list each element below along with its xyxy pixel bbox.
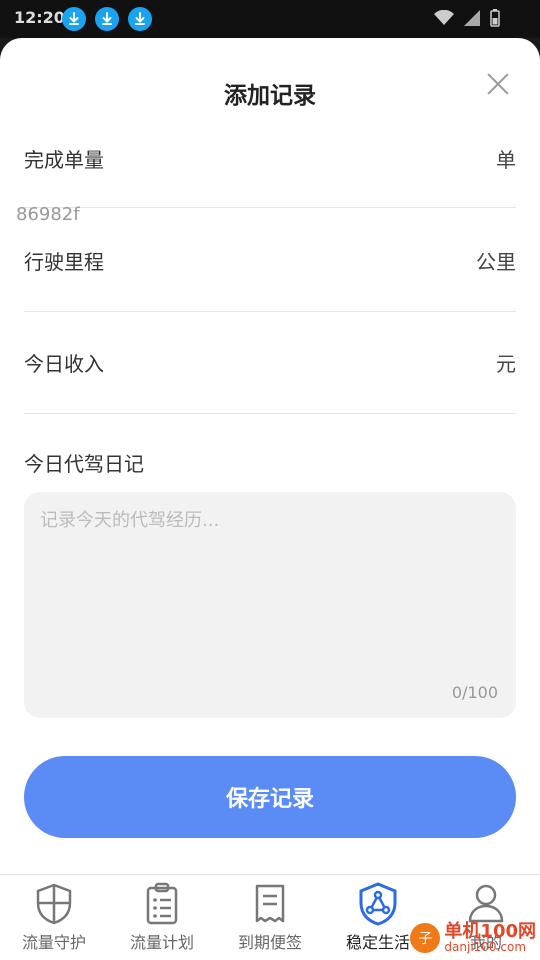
battery-icon [490,9,500,27]
download-icon [62,7,86,31]
shield-network-icon [359,882,397,926]
diary-textarea[interactable] [40,506,500,666]
diary-char-counter: 0/100 [451,683,498,702]
download-icon [128,7,152,31]
orders-label: 完成单量 [24,148,104,172]
nav-label: 到期便签 [237,933,302,952]
sheet-title: 添加记录 [224,83,316,109]
status-time: 12:20 [14,8,65,27]
save-record-button[interactable]: 保存记录 [24,756,516,838]
diary-label: 今日代驾日记 [24,452,144,476]
income-unit: 元 [496,352,516,376]
add-record-sheet: 添加记录 完成单量 单 86982f 行驶里程 公里 今日收入 元 今日代驾日记… [0,38,540,874]
income-row: 今日收入 元 [24,312,516,414]
nav-label: 流量守护 [21,933,86,952]
mileage-input[interactable] [24,270,424,310]
mileage-unit: 公里 [476,250,516,274]
nav-label: 流量计划 [129,933,194,952]
note-icon [255,884,285,923]
income-input[interactable] [24,372,424,412]
signal-icon [464,10,480,26]
watermark: 子 单机100网 danji100.com [410,920,536,955]
wifi-icon [434,10,454,26]
nav-item-expiry-note[interactable]: 到期便签 [216,875,324,960]
status-bar: 12:20 [0,0,540,38]
diary-box: 0/100 [24,492,516,718]
watermark-title: 单机100网 [444,920,536,942]
bottom-nav: 流量守护 流量计划 到期便签 稳定生活 我的 子 单机100网 danji100… [0,874,540,960]
watermark-url: danji100.com [444,940,527,955]
watermark-logo-badge: 子 [410,923,441,954]
nav-label: 稳定生活 [345,933,410,952]
clipboard-icon [146,882,178,925]
nav-item-traffic-guard[interactable]: 流量守护 [0,875,108,960]
orders-unit: 单 [496,148,516,172]
close-icon[interactable] [486,72,510,96]
nav-item-traffic-plan[interactable]: 流量计划 [108,875,216,960]
mileage-row: 行驶里程 公里 [24,210,516,312]
orders-row: 完成单量 单 [24,106,516,208]
download-icon [95,7,119,31]
shield-icon [36,883,72,925]
